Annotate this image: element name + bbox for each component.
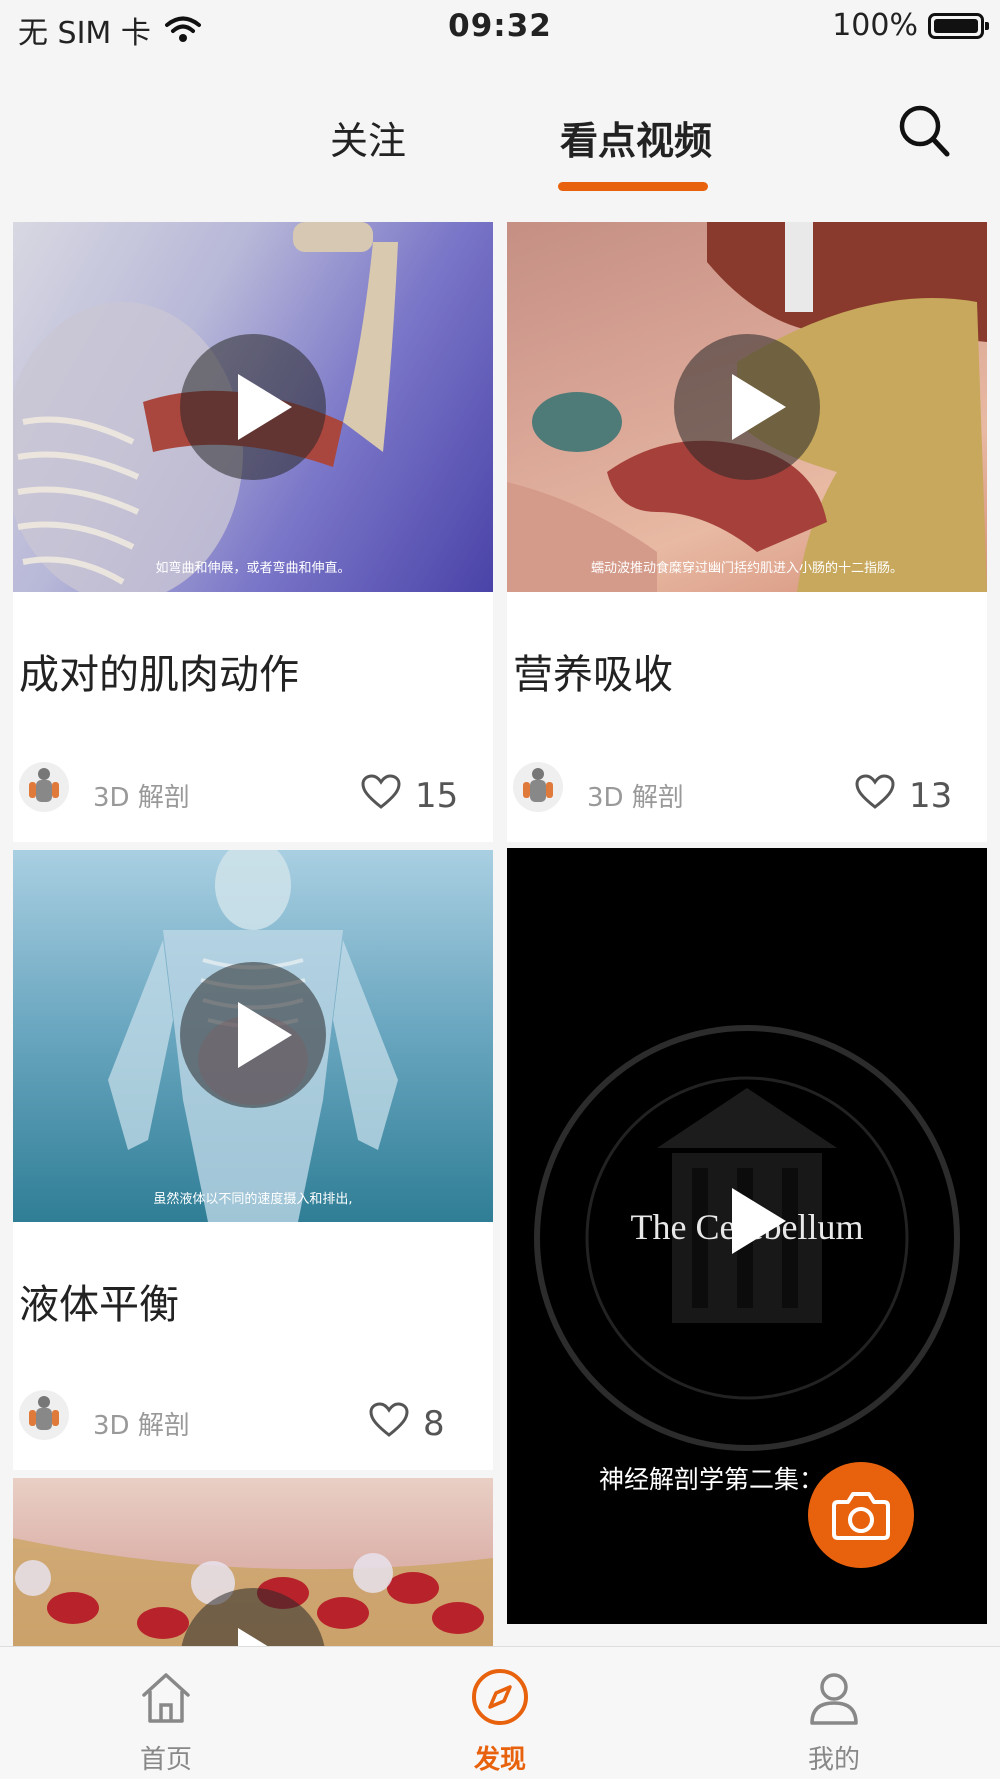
video-card[interactable]: 蠕动波推动食糜穿过幽门括约肌进入小肠的十二指肠。 营养吸收 3D 解剖 13 <box>507 222 987 842</box>
video-thumbnail[interactable]: 如弯曲和伸展，或者弯曲和伸直。 <box>13 222 493 592</box>
bottom-nav: 首页 发现 我的 <box>0 1646 1000 1779</box>
play-button[interactable] <box>674 1148 820 1294</box>
nav-home[interactable]: 首页 <box>66 1647 266 1779</box>
heart-icon[interactable] <box>369 1402 409 1438</box>
video-caption: 神经解剖学第二集： <box>599 1465 825 1494</box>
author-name[interactable]: 3D 解剖 <box>93 1405 190 1442</box>
video-thumbnail[interactable] <box>13 1478 493 1646</box>
author-avatar[interactable] <box>19 1390 69 1440</box>
status-right: 100% <box>832 8 989 43</box>
video-title[interactable]: 营养吸收 <box>513 642 673 700</box>
video-card[interactable] <box>13 1478 493 1646</box>
camera-button[interactable] <box>808 1462 914 1568</box>
camera-icon <box>832 1492 890 1540</box>
video-subtitle: 如弯曲和伸展，或者弯曲和伸直。 <box>155 561 351 576</box>
video-card[interactable]: The Cerebellum 神经解剖学第二集： <box>507 848 987 1624</box>
nav-profile[interactable]: 我的 <box>734 1647 934 1779</box>
author-name[interactable]: 3D 解剖 <box>93 777 190 814</box>
like-count: 8 <box>423 1404 445 1444</box>
video-subtitle: 蠕动波推动食糜穿过幽门括约肌进入小肠的十二指肠。 <box>590 561 903 576</box>
video-thumbnail[interactable]: 虽然液体以不同的速度摄入和排出, <box>13 850 493 1222</box>
heart-icon[interactable] <box>855 774 895 810</box>
search-icon[interactable] <box>898 104 950 158</box>
video-title[interactable]: 液体平衡 <box>19 1272 179 1330</box>
like-count: 15 <box>415 776 459 816</box>
nav-discover-label: 发现 <box>473 1745 526 1775</box>
author-avatar[interactable] <box>19 762 69 812</box>
like-count: 13 <box>909 776 953 816</box>
compass-icon <box>472 1669 528 1725</box>
home-icon <box>142 1673 190 1723</box>
battery-icon <box>928 12 989 39</box>
nav-profile-label: 我的 <box>807 1745 860 1775</box>
battery-label: 100% <box>832 8 918 43</box>
active-tab-indicator <box>558 182 708 191</box>
user-icon <box>810 1673 858 1725</box>
author-avatar[interactable] <box>513 762 563 812</box>
play-button[interactable] <box>674 334 820 480</box>
video-thumbnail[interactable]: 蠕动波推动食糜穿过幽门括约肌进入小肠的十二指肠。 <box>507 222 987 592</box>
nav-home-label: 首页 <box>139 1745 192 1775</box>
status-bar: 无 SIM 卡 09:32 100% <box>0 0 1000 56</box>
play-button[interactable] <box>180 962 326 1108</box>
video-thumbnail[interactable]: The Cerebellum 神经解剖学第二集： <box>507 848 987 1624</box>
nav-discover[interactable]: 发现 <box>400 1647 600 1779</box>
author-name[interactable]: 3D 解剖 <box>587 777 684 814</box>
video-title[interactable]: 成对的肌肉动作 <box>19 642 299 700</box>
play-button[interactable] <box>180 334 326 480</box>
video-card[interactable]: 虽然液体以不同的速度摄入和排出, 液体平衡 3D 解剖 8 <box>13 850 493 1470</box>
tab-videos[interactable]: 看点视频 <box>560 110 712 165</box>
top-nav: 关注 看点视频 <box>0 56 1000 206</box>
video-card[interactable]: 如弯曲和伸展，或者弯曲和伸直。 成对的肌肉动作 3D 解剖 15 <box>13 222 493 842</box>
tab-follow[interactable]: 关注 <box>330 110 406 165</box>
video-feed[interactable]: 如弯曲和伸展，或者弯曲和伸直。 成对的肌肉动作 3D 解剖 15 蠕动波推动食糜… <box>0 206 1000 1646</box>
heart-icon[interactable] <box>361 774 401 810</box>
video-subtitle: 虽然液体以不同的速度摄入和排出, <box>153 1192 353 1207</box>
